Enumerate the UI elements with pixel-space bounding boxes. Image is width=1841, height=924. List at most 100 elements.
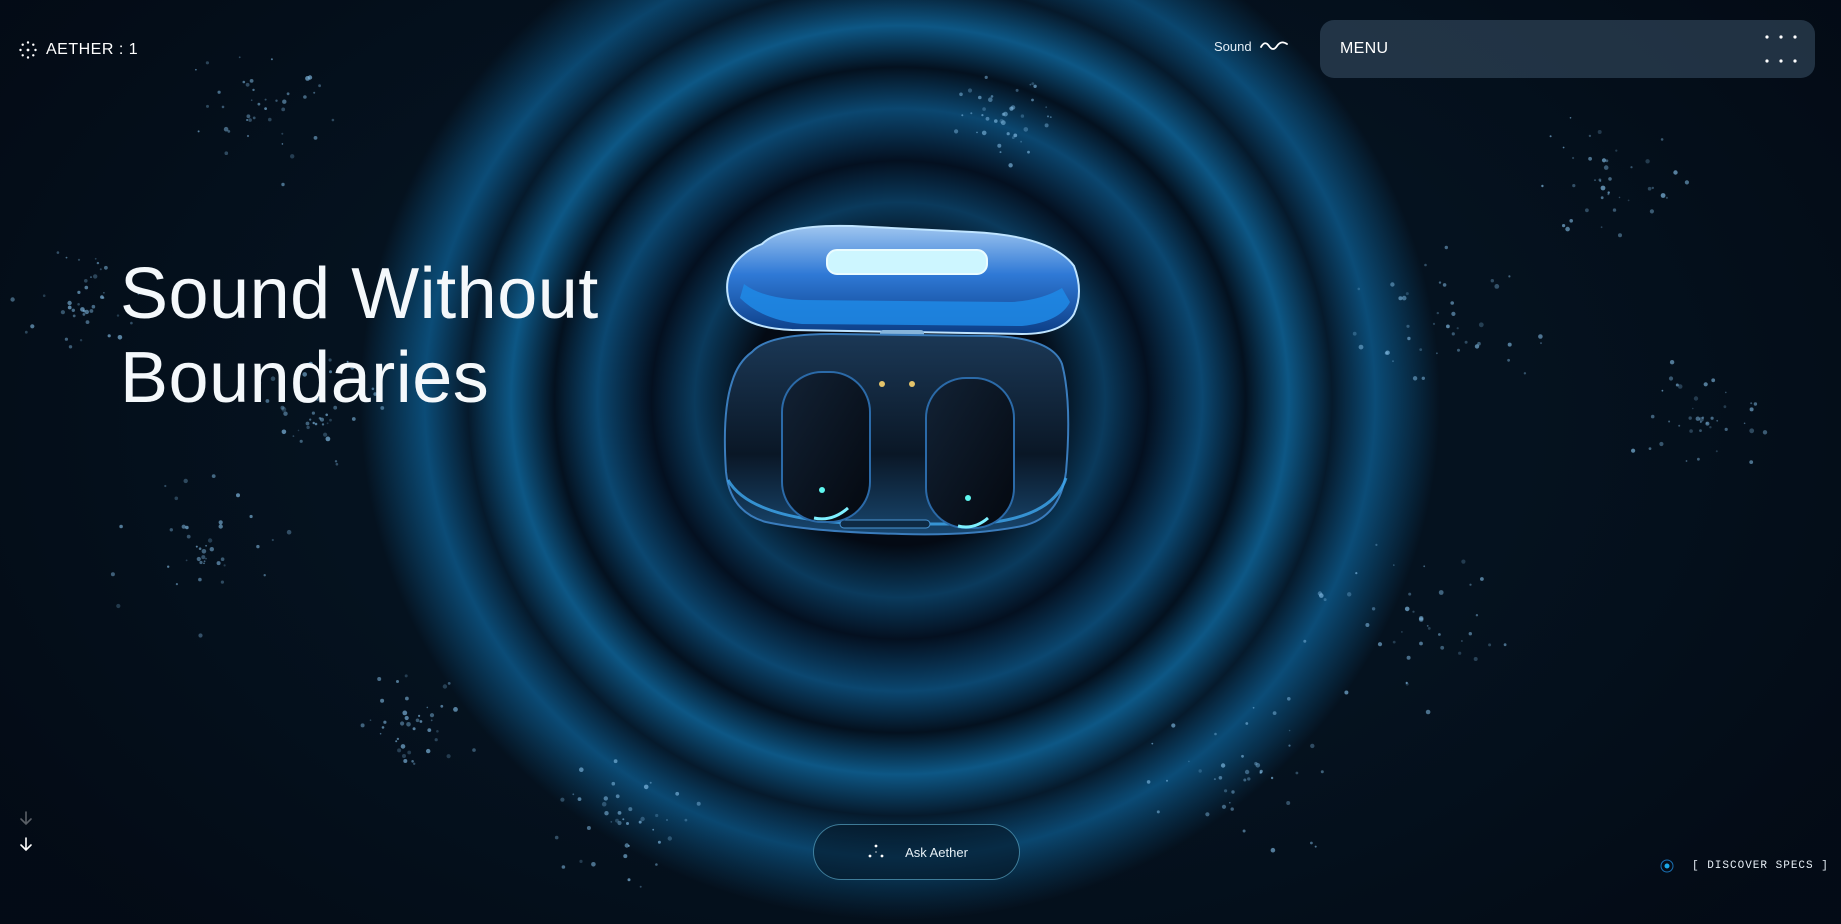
- particle-dot: [326, 422, 329, 425]
- particle-dot: [1750, 402, 1753, 405]
- particle-dot: [1401, 631, 1403, 633]
- particle-dot: [1243, 778, 1247, 782]
- particle-dot: [209, 547, 214, 552]
- particle-dot: [1214, 732, 1217, 736]
- particle-dot: [1490, 279, 1495, 283]
- menu-button[interactable]: MENU: [1320, 20, 1815, 78]
- particle-dot: [988, 97, 993, 102]
- particle-dot: [104, 265, 108, 270]
- arrow-down-icon[interactable]: [16, 810, 36, 860]
- particle-dot: [256, 544, 260, 549]
- particle-dot: [264, 107, 267, 110]
- particle-dot: [1390, 282, 1395, 287]
- particle-dot: [1407, 336, 1411, 341]
- particle-dot: [174, 496, 179, 501]
- brand-logo[interactable]: AETHER : 1: [18, 38, 138, 62]
- ask-aether-button[interactable]: Ask Aether: [813, 824, 1020, 880]
- particle-dot: [1600, 196, 1604, 200]
- particle-dot: [1648, 447, 1652, 450]
- particle-dot: [84, 309, 90, 315]
- particle-dot: [400, 744, 406, 749]
- particle-dot: [1247, 777, 1251, 781]
- particle-dot: [220, 557, 225, 561]
- particle-dot: [1692, 407, 1694, 410]
- sound-toggle[interactable]: Sound: [1214, 34, 1288, 58]
- particle-dot: [1406, 324, 1410, 328]
- particle-dot: [1377, 642, 1383, 647]
- particle-dot: [198, 547, 202, 550]
- particle-dot: [369, 719, 372, 721]
- particle-dot: [1392, 360, 1394, 363]
- particle-dot: [116, 314, 120, 317]
- particle-dot: [1585, 208, 1589, 213]
- hero-title-line-1: Sound Without: [120, 254, 599, 334]
- particle-dot: [430, 719, 433, 722]
- particle-dot: [1725, 391, 1727, 394]
- particle-dot: [250, 99, 253, 101]
- particle-dot: [1650, 414, 1655, 419]
- particle-dot: [1166, 779, 1168, 782]
- brand-name: AETHER : 1: [46, 41, 139, 58]
- particle-dot: [77, 290, 81, 294]
- particle-dot: [80, 307, 85, 312]
- particle-dot: [1678, 424, 1681, 427]
- particle-dot: [994, 119, 998, 123]
- particle-dot: [379, 732, 382, 735]
- particle-dot: [290, 154, 295, 159]
- particle-dot: [1618, 196, 1621, 199]
- particle-dot: [967, 88, 973, 93]
- particle-dot: [1259, 769, 1263, 774]
- particle-dot: [1347, 592, 1352, 597]
- particle-dot: [1603, 165, 1609, 170]
- particle-dot: [396, 737, 400, 741]
- particle-dot: [1198, 769, 1202, 773]
- discover-specs-link[interactable]: [ DISCOVER SPECS ]: [1660, 858, 1829, 874]
- particle-dot: [579, 767, 584, 772]
- particle-dot: [1464, 340, 1468, 344]
- particle-dot: [119, 524, 123, 529]
- particle-dot: [1549, 135, 1552, 138]
- particle-dot: [305, 76, 310, 81]
- particle-dot: [413, 762, 416, 765]
- particle-dot: [67, 305, 72, 310]
- particle-dot: [195, 68, 197, 71]
- particle-dot: [181, 524, 186, 529]
- particle-dot: [335, 462, 339, 466]
- particle-dot: [1031, 82, 1035, 85]
- particle-dot: [1651, 186, 1655, 190]
- dotted-circle-icon: [19, 41, 37, 59]
- particle-dot: [442, 684, 448, 689]
- particle-dot: [199, 560, 203, 565]
- particle-dot: [1661, 389, 1664, 392]
- particle-dot: [1405, 681, 1408, 685]
- particle-dot: [997, 143, 1002, 148]
- particle-dot: [1031, 98, 1034, 102]
- particle-dot: [1660, 138, 1664, 141]
- particle-dot: [1408, 592, 1412, 596]
- particle-dot: [434, 738, 438, 742]
- particle-dot: [1156, 810, 1160, 814]
- particle-dot: [236, 493, 240, 498]
- particle-dot: [1469, 583, 1472, 586]
- particle-dot: [1565, 226, 1570, 232]
- particle-dot: [397, 748, 402, 753]
- particle-dot: [440, 704, 444, 708]
- particle-dot: [1627, 199, 1630, 202]
- particle-dot: [1607, 191, 1610, 194]
- particle-dot: [1008, 163, 1013, 168]
- particle-dot: [1693, 396, 1699, 401]
- particle-dot: [30, 324, 35, 329]
- particle-dot: [604, 811, 609, 816]
- particle-dot: [1365, 623, 1370, 627]
- particle-dot: [1224, 789, 1228, 793]
- particle-dot: [1659, 441, 1664, 447]
- particle-dot: [1295, 771, 1299, 775]
- particle-dot: [1438, 590, 1444, 595]
- particle-dot: [447, 682, 451, 685]
- particle-dot: [71, 308, 76, 312]
- particle-dot: [205, 544, 208, 547]
- particle-dot: [1710, 416, 1714, 420]
- particle-dot: [1688, 416, 1692, 420]
- particle-dot: [107, 334, 111, 338]
- particle-dot: [1541, 184, 1544, 188]
